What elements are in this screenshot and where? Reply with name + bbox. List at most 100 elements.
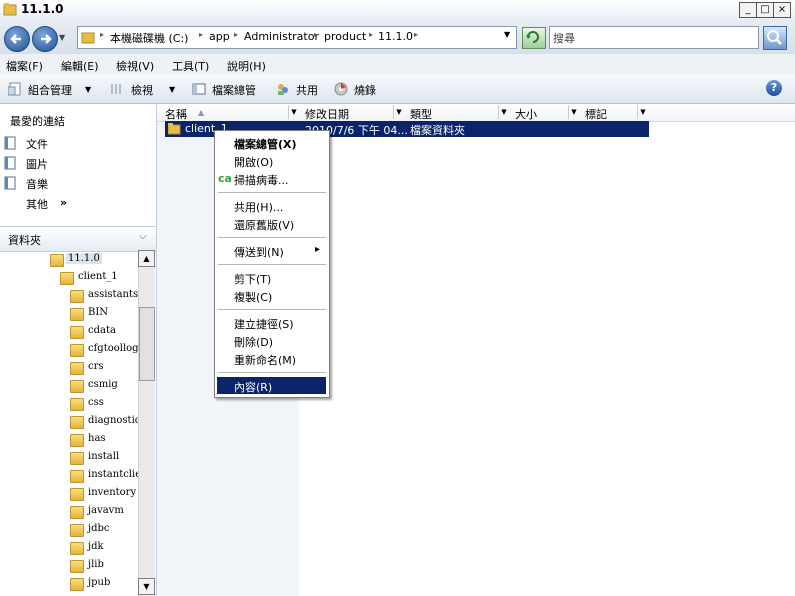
menu-file[interactable]: 檔案(F) — [6, 58, 43, 74]
arrow-left-icon — [10, 34, 21, 44]
tree-item-client-1[interactable]: client_1 — [78, 271, 118, 282]
folder-icon — [70, 506, 84, 519]
menu-item-open[interactable]: 開啟(O) — [234, 154, 273, 170]
menu-item-scan-virus[interactable]: 掃描病毒... — [234, 172, 289, 188]
share-button[interactable]: 共用 — [296, 82, 318, 98]
crumb-product[interactable]: product — [324, 30, 366, 43]
search-placeholder: 搜尋 — [553, 32, 575, 45]
column-size-filter-icon[interactable]: ▼ — [568, 105, 579, 119]
tree-item-jdbc[interactable]: jdbc — [88, 523, 110, 534]
explorer-button[interactable]: 檔案總管 — [212, 82, 256, 98]
folder-icon — [70, 560, 84, 573]
address-dropdown-icon[interactable]: ▼ — [504, 30, 510, 39]
burn-icon — [334, 82, 348, 96]
tree-item-jpub[interactable]: jpub — [88, 577, 110, 588]
column-size[interactable]: 大小 — [515, 106, 537, 122]
forward-button[interactable] — [32, 26, 58, 52]
menu-tools[interactable]: 工具(T) — [172, 58, 209, 74]
column-date-filter-icon[interactable]: ▼ — [393, 105, 404, 119]
folder-icon — [167, 122, 181, 135]
tree-item-css[interactable]: css — [88, 397, 104, 408]
sort-ascending-icon: ▲ — [198, 108, 205, 117]
menu-separator — [218, 237, 326, 238]
close-button[interactable]: × — [773, 2, 791, 18]
tree-item-instantclient[interactable]: instantclient — [88, 469, 138, 480]
tree-item-diagnostics[interactable]: diagnostics — [88, 415, 138, 426]
menu-edit[interactable]: 編輯(E) — [61, 58, 99, 74]
folder-icon — [3, 2, 17, 16]
burn-button[interactable]: 燒錄 — [354, 82, 376, 98]
folder-icon — [70, 362, 84, 375]
column-tags-filter-icon[interactable]: ▼ — [637, 105, 648, 119]
column-name[interactable]: 名稱 — [165, 106, 187, 122]
menu-item-send-to[interactable]: 傳送到(N) — [234, 244, 284, 260]
search-input[interactable]: 搜尋 — [549, 26, 759, 49]
tree-item-inventory[interactable]: inventory — [88, 487, 136, 498]
favorite-more[interactable]: 其他 — [26, 196, 48, 212]
folder-icon — [70, 434, 84, 447]
tree-item-javavm[interactable]: javavm — [88, 505, 124, 516]
search-button[interactable] — [763, 26, 787, 50]
organize-button[interactable]: 組合管理 — [28, 82, 72, 98]
folder-tree-scrollbar[interactable] — [138, 250, 155, 596]
more-chevron-icon[interactable]: » — [60, 196, 67, 209]
collapse-folders-icon[interactable]: ⌵ — [139, 231, 147, 242]
column-type[interactable]: 類型 — [410, 106, 432, 122]
column-type-filter-icon[interactable]: ▼ — [498, 105, 509, 119]
tree-item-cdata[interactable]: cdata — [88, 325, 116, 336]
maximize-button[interactable]: □ — [756, 2, 774, 18]
favorite-music[interactable]: 音樂 — [26, 176, 48, 192]
scrollbar-thumb[interactable] — [139, 307, 155, 381]
menu-item-copy[interactable]: 複製(C) — [234, 289, 272, 305]
menu-item-cut[interactable]: 剪下(T) — [234, 271, 271, 287]
menu-item-restore-previous[interactable]: 還原舊版(V) — [234, 217, 294, 233]
menu-item-delete[interactable]: 刪除(D) — [234, 334, 273, 350]
column-date[interactable]: 修改日期 — [305, 106, 349, 122]
menu-item-rename[interactable]: 重新命名(M) — [234, 352, 296, 368]
crumb-administrator[interactable]: Administrator — [244, 30, 319, 43]
history-dropdown-icon[interactable]: ▼ — [59, 33, 65, 42]
folder-icon — [70, 488, 84, 501]
organize-dropdown-icon[interactable]: ▼ — [85, 85, 91, 94]
menu-view[interactable]: 檢視(V) — [116, 58, 154, 74]
tree-item-jdk[interactable]: jdk — [88, 541, 104, 552]
folder-tree: 11.1.0 client_1 assistants BIN cdata cfg… — [0, 250, 138, 596]
minimize-button[interactable]: _ — [739, 2, 757, 18]
views-button[interactable]: 檢視 — [131, 82, 153, 98]
window-title: 11.1.0 — [21, 2, 64, 16]
refresh-button[interactable] — [522, 27, 546, 49]
tree-item-cfgtoollogs[interactable]: cfgtoollogs — [88, 343, 138, 354]
tree-item-install[interactable]: install — [88, 451, 119, 462]
favorite-documents[interactable]: 文件 — [26, 136, 48, 152]
scroll-up-icon[interactable]: ▲ — [138, 250, 155, 267]
menu-item-properties[interactable]: 內容(R) — [234, 379, 272, 395]
menu-help[interactable]: 說明(H) — [227, 58, 266, 74]
crumb-drive[interactable]: 本機磁碟機 (C:) — [110, 30, 188, 46]
column-name-filter-icon[interactable]: ▼ — [288, 105, 299, 119]
tree-item-assistants[interactable]: assistants — [88, 289, 138, 300]
folder-icon — [50, 254, 64, 267]
menu-item-share[interactable]: 共用(H)... — [234, 199, 283, 215]
menu-item-create-shortcut[interactable]: 建立捷徑(S) — [234, 316, 294, 332]
pictures-icon — [4, 156, 16, 170]
menu-item-explore[interactable]: 檔案總管(X) — [234, 136, 297, 152]
submenu-arrow-icon: ▸ — [315, 244, 321, 255]
column-tags[interactable]: 標記 — [585, 106, 607, 122]
tree-item-11-1-0[interactable]: 11.1.0 — [66, 253, 102, 264]
tree-item-jlib[interactable]: jlib — [88, 559, 104, 570]
back-button[interactable] — [4, 26, 30, 52]
favorite-pictures[interactable]: 圖片 — [26, 156, 48, 172]
tree-item-crs[interactable]: crs — [88, 361, 104, 372]
tree-item-csmig[interactable]: csmig — [88, 379, 118, 390]
folder-icon — [70, 452, 84, 465]
address-bar[interactable]: ▸ 本機磁碟機 (C:) ▸ app ▸ Administrator ▸ pro… — [77, 26, 517, 49]
help-icon[interactable]: ? — [766, 80, 782, 96]
scroll-down-icon[interactable]: ▼ — [138, 578, 155, 595]
views-dropdown-icon[interactable]: ▼ — [169, 85, 175, 94]
folder-icon — [70, 344, 84, 357]
tree-item-bin[interactable]: BIN — [88, 307, 108, 318]
folder-icon — [70, 578, 84, 591]
crumb-app[interactable]: app — [209, 30, 230, 43]
tree-item-has[interactable]: has — [88, 433, 106, 444]
crumb-version[interactable]: 11.1.0 — [378, 30, 413, 43]
